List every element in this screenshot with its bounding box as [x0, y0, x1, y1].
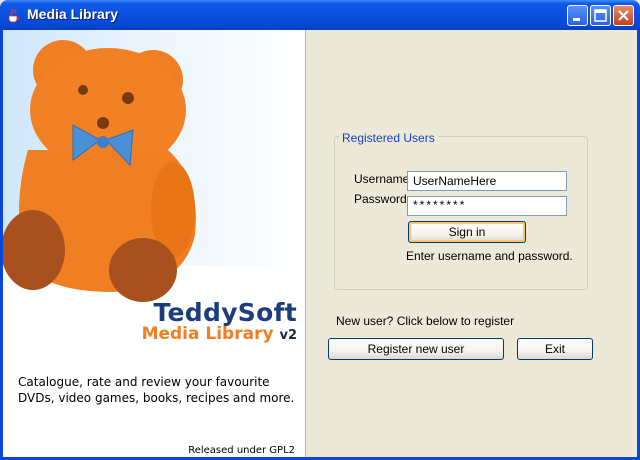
window-title: Media Library — [27, 6, 119, 22]
product-version: v2 — [279, 328, 297, 343]
group-title: Registered Users — [339, 131, 438, 145]
register-prompt: New user? Click below to register — [336, 314, 515, 328]
login-status-text: Enter username and password. — [406, 249, 573, 263]
maximize-icon — [594, 9, 607, 22]
minimize-button[interactable] — [567, 5, 588, 26]
register-new-user-button[interactable]: Register new user — [328, 338, 504, 360]
brand-product: Media Library v2 — [142, 324, 297, 344]
username-field[interactable]: UserNameHere — [407, 171, 567, 191]
teddy-bear-logo — [3, 40, 196, 302]
maximize-button[interactable] — [590, 5, 611, 26]
password-label: Password: — [354, 192, 411, 206]
brand-block: TeddySoft Media Library v2 — [142, 298, 297, 344]
java-cup-icon — [8, 8, 20, 23]
sign-in-button[interactable]: Sign in — [408, 221, 526, 243]
license-note: Released under GPL2 — [188, 445, 295, 456]
username-label: Username: — [354, 172, 413, 186]
minimize-icon — [573, 18, 580, 21]
close-icon — [618, 10, 629, 21]
splash-panel: TeddySoft Media Library v2 Catalogue, ra… — [3, 30, 306, 457]
exit-button[interactable]: Exit — [517, 338, 593, 360]
tagline: Catalogue, rate and review your favourit… — [18, 375, 295, 405]
app-window: Media Library TeddySoft Media Library v2… — [0, 0, 640, 460]
title-bar[interactable]: Media Library — [0, 0, 640, 30]
password-field[interactable]: ******** — [407, 196, 567, 216]
brand-name: TeddySoft — [153, 298, 297, 327]
close-button[interactable] — [613, 5, 634, 26]
product-name: Media Library — [141, 324, 274, 344]
client-area: TeddySoft Media Library v2 Catalogue, ra… — [3, 30, 637, 457]
